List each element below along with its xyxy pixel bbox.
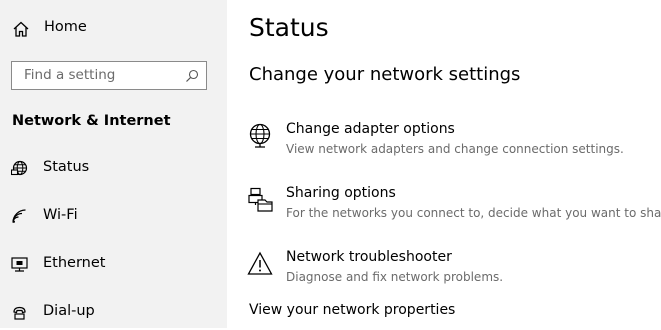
sidebar-item-label: Ethernet — [43, 255, 106, 271]
adapter-globe-icon — [247, 123, 273, 149]
change-adapter-options-link[interactable]: Change adapter options View network adap… — [247, 121, 661, 165]
sidebar-item-dialup[interactable]: Dial-up — [0, 294, 227, 330]
section-subtitle: Change your network settings — [249, 64, 521, 85]
view-network-properties-link[interactable]: View your network properties — [249, 302, 455, 318]
sharing-options-link[interactable]: Sharing options For the networks you con… — [247, 185, 661, 229]
home-icon — [12, 20, 30, 38]
network-troubleshooter-link[interactable]: Network troubleshooter Diagnose and fix … — [247, 249, 661, 293]
wifi-icon — [11, 208, 28, 225]
ethernet-icon — [11, 256, 28, 273]
sidebar-item-wifi[interactable]: Wi-Fi — [0, 198, 227, 234]
sidebar-item-label: Wi-Fi — [43, 207, 78, 223]
search-input[interactable] — [12, 62, 194, 88]
option-title: Change adapter options — [286, 121, 455, 137]
option-title: Sharing options — [286, 185, 396, 201]
nav-home-label: Home — [44, 19, 87, 35]
option-description: For the networks you connect to, decide … — [286, 206, 661, 220]
search-icon[interactable] — [185, 68, 199, 82]
sidebar-item-ethernet[interactable]: Ethernet — [0, 246, 227, 282]
sidebar-item-label: Status — [43, 159, 90, 175]
main-content: Status Change your network settings Chan… — [227, 0, 661, 328]
sidebar: Home Network & Internet Status — [0, 0, 227, 328]
option-description: Diagnose and fix network problems. — [286, 270, 504, 284]
search-box[interactable] — [11, 61, 207, 90]
warning-icon — [247, 251, 273, 277]
sharing-icon — [247, 187, 273, 213]
sidebar-item-label: Dial-up — [43, 303, 95, 319]
page-title: Status — [249, 13, 329, 42]
nav-home[interactable]: Home — [0, 12, 227, 46]
option-description: View network adapters and change connect… — [286, 142, 624, 156]
sidebar-item-status[interactable]: Status — [0, 150, 227, 186]
globe-status-icon — [10, 160, 28, 177]
section-title: Network & Internet — [12, 113, 171, 129]
dialup-icon — [11, 304, 28, 321]
option-title: Network troubleshooter — [286, 249, 452, 265]
